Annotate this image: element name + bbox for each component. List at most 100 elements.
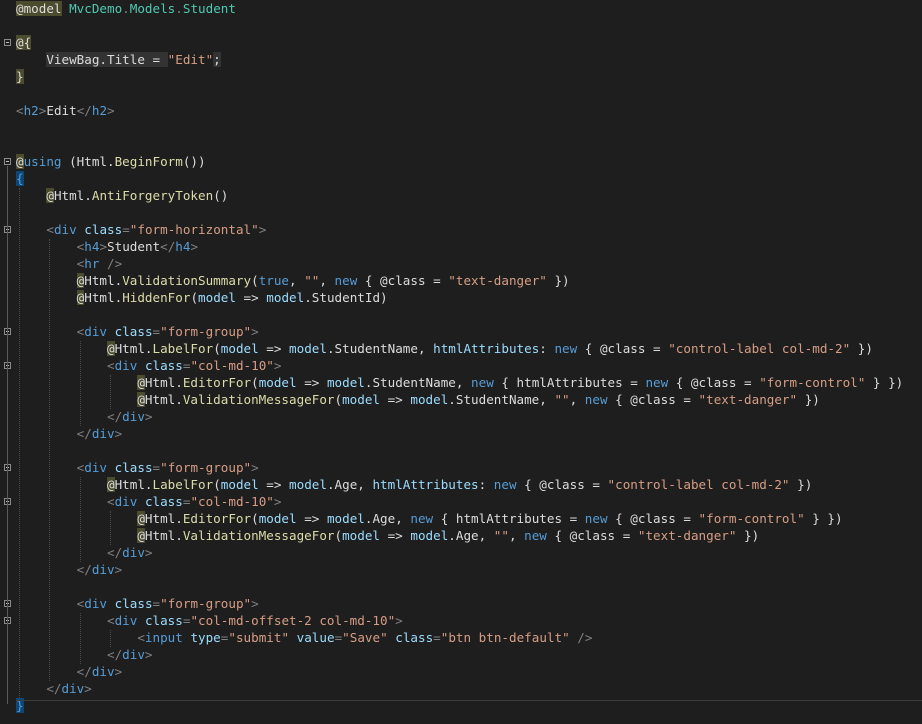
code-line[interactable]: <div class="form-horizontal"> (16, 221, 266, 238)
code-token: model (289, 341, 327, 356)
code-line[interactable]: } (16, 68, 24, 85)
code-line[interactable]: </div> (16, 663, 123, 680)
code-token: => (235, 290, 267, 305)
code-token: .StudentId) (304, 290, 388, 305)
code-line[interactable]: <hr /> (16, 255, 123, 272)
code-token: model (258, 511, 297, 526)
code-token: Models (129, 1, 176, 16)
code-line[interactable]: @Html.HiddenFor(model => model.StudentId… (16, 289, 388, 306)
code-line[interactable]: @Html.AntiForgeryToken() (16, 187, 228, 204)
code-line[interactable]: <h2>Edit</h2> (16, 102, 115, 119)
code-token: ( (251, 511, 259, 526)
code-token: new (410, 511, 434, 526)
code-line[interactable]: @Html.ValidationSummary(true, "", new { … (16, 272, 570, 289)
code-token: .Age, (364, 511, 411, 526)
code-token: new (493, 477, 517, 492)
code-line[interactable]: <h4>Student</h4> (16, 238, 198, 255)
code-line[interactable]: @model MvcDemo.Models.Student (16, 0, 236, 17)
code-token: > (99, 239, 108, 254)
code-token: "form-control" (698, 511, 805, 526)
code-token: "col-md-10" (190, 494, 274, 509)
code-token: }) (736, 528, 760, 543)
code-token: }) (797, 392, 820, 407)
code-token: </ (76, 664, 92, 679)
code-token: < (107, 613, 115, 628)
code-token: div (91, 562, 115, 577)
code-line[interactable]: <div class="col-md-10"> (16, 357, 281, 374)
code-line[interactable]: @Html.LabelFor(model => model.Age, htmlA… (16, 476, 812, 493)
code-token: . (175, 1, 183, 16)
code-token: class (144, 494, 183, 509)
code-token: { @class = (516, 477, 608, 492)
code-token: { @class = (607, 511, 699, 526)
code-token: </ (76, 426, 92, 441)
code-line[interactable]: @Html.LabelFor(model => model.StudentNam… (16, 340, 873, 357)
fold-region-line (7, 166, 8, 704)
code-line[interactable]: </div> (16, 408, 153, 425)
code-token: div (122, 545, 145, 560)
code-line[interactable]: <div class="form-group"> (16, 595, 259, 612)
code-token: @ (137, 528, 145, 543)
code-token: }) (850, 341, 873, 356)
code-token: { (16, 171, 24, 186)
collapse-icon[interactable] (4, 158, 11, 165)
code-token: "col-md-offset-2 col-md-10" (190, 613, 396, 628)
code-token: }) (789, 477, 813, 492)
code-token: </ (46, 681, 62, 696)
code-token: class (395, 630, 434, 645)
code-line[interactable]: <div class="form-group"> (16, 459, 259, 476)
code-line[interactable]: <div class="col-md-10"> (16, 493, 281, 510)
code-token: div (114, 613, 138, 628)
code-token: @ (107, 477, 115, 492)
code-line[interactable]: </div> (16, 425, 123, 442)
code-token: LabelFor (152, 477, 214, 492)
code-token: > (190, 239, 199, 254)
code-token: > (144, 409, 153, 424)
code-token: new (584, 511, 608, 526)
code-editor[interactable]: @model MvcDemo.Models.Student @{ ViewBag.… (0, 0, 922, 724)
code-token: .StudentName, (448, 392, 555, 407)
code-token: > (114, 664, 123, 679)
code-line[interactable]: ViewBag.Title = "Edit"; (16, 51, 221, 68)
code-line[interactable]: <input type="submit" value="Save" class=… (16, 629, 592, 646)
code-token: .StudentName, (364, 375, 472, 390)
code-token: @model (16, 1, 62, 16)
code-line[interactable]: </div> (16, 561, 123, 578)
code-line[interactable]: @Html.EditorFor(model => model.StudentNa… (16, 374, 903, 391)
code-line[interactable]: @{ (16, 34, 32, 51)
code-line[interactable]: <div class="form-group"> (16, 323, 259, 340)
collapse-icon[interactable] (4, 39, 11, 46)
code-line[interactable]: @Html.EditorFor(model => model.Age, new … (16, 510, 843, 527)
code-token: "control-label col-md-2" (607, 477, 790, 492)
code-line[interactable]: </div> (16, 680, 92, 697)
code-token: </ (107, 647, 123, 662)
code-token: </ (160, 239, 176, 254)
code-line[interactable]: @Html.ValidationMessageFor(model => mode… (16, 527, 759, 544)
code-token: new (524, 528, 547, 543)
code-line[interactable]: </div> (16, 544, 153, 561)
code-line[interactable]: </div> (16, 646, 153, 663)
code-line[interactable]: @Html.ValidationMessageFor(model => mode… (16, 391, 820, 408)
code-line[interactable]: { (16, 170, 24, 187)
code-token: model (289, 477, 327, 492)
code-line[interactable]: <div class="col-md-offset-2 col-md-10"> (16, 612, 403, 629)
code-token: { @class = (577, 341, 669, 356)
code-token: < (46, 222, 54, 237)
code-token: model (198, 290, 236, 305)
code-token: MvcDemo (69, 1, 123, 16)
code-token: { htmlAttributes = (433, 511, 585, 526)
code-token: "text-danger" (698, 392, 798, 407)
code-token: div (91, 426, 115, 441)
code-token: class (144, 358, 183, 373)
code-line[interactable]: @using (Html.BeginForm()) (16, 153, 206, 170)
